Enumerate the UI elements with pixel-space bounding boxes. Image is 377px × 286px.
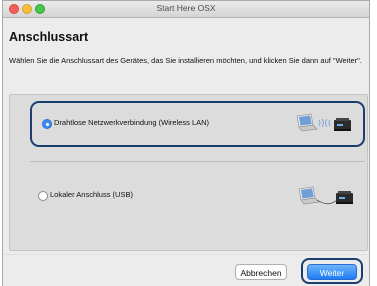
footer-separator xyxy=(3,254,369,255)
radio-wireless-lan[interactable] xyxy=(42,119,52,129)
cancel-button[interactable]: Abbrechen xyxy=(235,264,287,280)
installer-window: Start Here OSX Anschlussart Wählen Sie d… xyxy=(2,0,370,286)
instructions-text: Wählen Sie die Anschlussart des Gerätes,… xyxy=(9,56,362,65)
laptop-usb-printer-icon xyxy=(298,186,353,205)
radio-usb[interactable] xyxy=(38,191,48,201)
option-usb-label: Lokaler Anschluss (USB) xyxy=(50,190,133,199)
option-usb[interactable]: Lokaler Anschluss (USB) xyxy=(30,173,365,219)
page-title: Anschlussart xyxy=(9,30,89,44)
window-title: Start Here OSX xyxy=(156,3,216,13)
option-wireless-lan[interactable]: Drahtlose Netzwerkverbindung (Wireless L… xyxy=(30,101,365,147)
laptop-wifi-printer-icon xyxy=(296,113,351,132)
options-divider xyxy=(30,161,365,162)
title-bar: Start Here OSX xyxy=(3,1,369,18)
connection-options-panel: Drahtlose Netzwerkverbindung (Wireless L… xyxy=(9,94,368,251)
next-button[interactable]: Weiter xyxy=(307,264,357,280)
option-wireless-lan-label: Drahtlose Netzwerkverbindung (Wireless L… xyxy=(54,118,210,127)
